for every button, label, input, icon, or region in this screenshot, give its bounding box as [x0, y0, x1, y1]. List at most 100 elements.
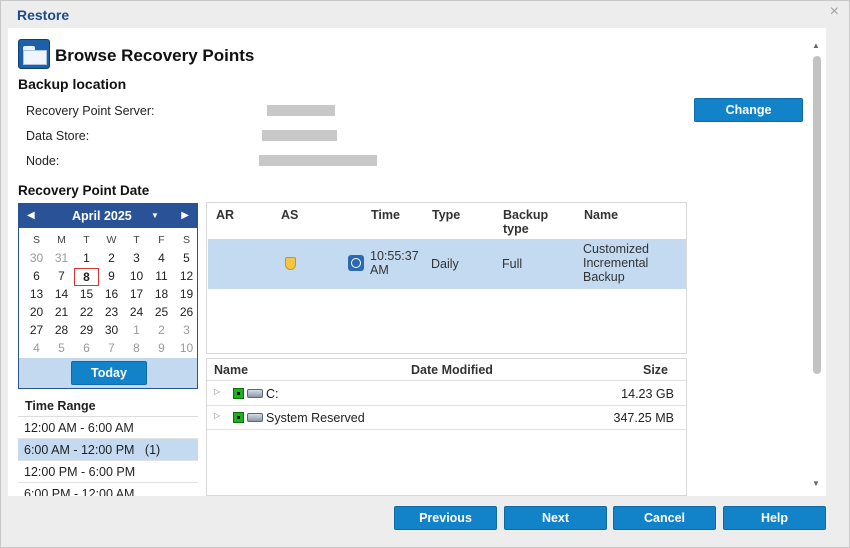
scrollbar-thumb[interactable]	[813, 56, 821, 374]
column-header-type[interactable]: Type	[432, 208, 460, 222]
calendar-day[interactable]: 11	[149, 268, 174, 286]
scroll-up-icon[interactable]: ▲	[812, 41, 820, 50]
calendar-day[interactable]: 1	[124, 322, 149, 340]
time-range-count: (1)	[144, 443, 161, 457]
calendar-day[interactable]: 31	[49, 250, 74, 268]
column-header-as[interactable]: AS	[281, 208, 298, 222]
calendar-day[interactable]: 5	[174, 250, 199, 268]
weekday-label: W	[106, 234, 117, 246]
calendar-day[interactable]: 9	[99, 268, 124, 286]
calendar-day[interactable]: 9	[149, 340, 174, 358]
expand-icon[interactable]: ▷	[214, 411, 220, 420]
calendar-day[interactable]: 30	[99, 322, 124, 340]
calendar-day[interactable]: 12	[174, 268, 199, 286]
file-size: 347.25 MB	[613, 411, 674, 425]
calendar-day[interactable]: 7	[49, 268, 74, 286]
calendar-day[interactable]: 3	[174, 322, 199, 340]
calendar-week: 20 21 22 23 24 25 26	[24, 304, 199, 322]
calendar-month-label[interactable]: April 2025	[72, 209, 132, 223]
calendar-day[interactable]: 5	[49, 340, 74, 358]
next-button[interactable]: Next	[504, 506, 607, 530]
checkbox-icon[interactable]	[233, 412, 244, 423]
calendar-day[interactable]: 19	[174, 286, 199, 304]
close-icon[interactable]: ×	[830, 3, 839, 21]
recovery-point-name: Customized Incremental Backup	[583, 242, 649, 284]
calendar-day[interactable]: 14	[49, 286, 74, 304]
recovery-point-date-heading: Recovery Point Date	[18, 183, 150, 198]
next-month-icon[interactable]: ▶	[181, 210, 189, 221]
weekday-label: F	[158, 234, 165, 246]
calendar-week: 13 14 15 16 17 18 19	[24, 286, 199, 304]
column-header-size[interactable]: Size	[643, 363, 668, 377]
calendar-day-selected[interactable]: 8	[74, 268, 99, 286]
column-header-name[interactable]: Name	[584, 208, 618, 222]
calendar-day[interactable]: 20	[24, 304, 49, 322]
time-range-item-label: 12:00 AM - 6:00 AM	[24, 421, 134, 435]
prev-month-icon[interactable]: ◀	[27, 210, 35, 221]
column-header-date-modified[interactable]: Date Modified	[411, 363, 493, 377]
calendar-day[interactable]: 13	[24, 286, 49, 304]
cancel-button[interactable]: Cancel	[613, 506, 716, 530]
calendar-day[interactable]: 10	[174, 340, 199, 358]
data-store-label: Data Store:	[26, 129, 90, 143]
recovery-point-row-selected[interactable]: 10:55:37 AM Daily Full Customized Increm…	[208, 239, 686, 289]
column-header-time[interactable]: Time	[371, 208, 400, 222]
month-dropdown-icon[interactable]: ▼	[151, 211, 159, 220]
weekday-label: S	[32, 234, 40, 246]
calendar-day[interactable]: 29	[74, 322, 99, 340]
calendar-day[interactable]: 7	[99, 340, 124, 358]
calendar-grid: S M T W T F S 30 31 1 2 3 4 5 6 7 8 9 10…	[24, 232, 199, 358]
calendar-day[interactable]: 22	[74, 304, 99, 322]
calendar-day[interactable]: 10	[124, 268, 149, 286]
calendar-day[interactable]: 21	[49, 304, 74, 322]
weekday-label: T	[133, 234, 140, 246]
calendar-day[interactable]: 28	[49, 322, 74, 340]
column-header-backup-type[interactable]: Backup type	[503, 208, 563, 236]
backup-location-heading: Backup location	[18, 76, 127, 92]
calendar-day[interactable]: 23	[99, 304, 124, 322]
calendar-footer: Today	[19, 358, 197, 388]
data-store-value-redacted	[262, 130, 337, 141]
calendar-day[interactable]: 2	[99, 250, 124, 268]
shield-icon	[285, 257, 296, 270]
calendar-day[interactable]: 18	[149, 286, 174, 304]
weekday-label: M	[57, 234, 66, 246]
calendar-day[interactable]: 15	[74, 286, 99, 304]
previous-button[interactable]: Previous	[394, 506, 497, 530]
calendar-day[interactable]: 27	[24, 322, 49, 340]
calendar-day[interactable]: 4	[24, 340, 49, 358]
vertical-scrollbar[interactable]: ▲ ▼	[809, 39, 825, 492]
time-range-item[interactable]: 12:00 AM - 6:00 AM	[18, 417, 198, 439]
column-header-name[interactable]: Name	[214, 363, 248, 377]
calendar-day[interactable]: 17	[124, 286, 149, 304]
calendar-day[interactable]: 1	[74, 250, 99, 268]
calendar-day[interactable]: 3	[124, 250, 149, 268]
time-range-item-label: 6:00 AM - 12:00 PM	[24, 443, 135, 457]
calendar-day[interactable]: 26	[174, 304, 199, 322]
expand-icon[interactable]: ▷	[214, 387, 220, 396]
node-value-redacted	[259, 155, 377, 166]
calendar-day[interactable]: 8	[124, 340, 149, 358]
calendar-day[interactable]: 6	[74, 340, 99, 358]
calendar-day[interactable]: 16	[99, 286, 124, 304]
change-button[interactable]: Change	[694, 98, 803, 122]
time-range-item[interactable]: 6:00 PM - 12:00 AM	[18, 483, 198, 496]
calendar-day[interactable]: 4	[149, 250, 174, 268]
today-button[interactable]: Today	[71, 361, 147, 385]
calendar-day[interactable]: 6	[24, 268, 49, 286]
calendar-day[interactable]: 30	[24, 250, 49, 268]
time-range-item[interactable]: 12:00 PM - 6:00 PM	[18, 461, 198, 483]
column-header-ar[interactable]: AR	[216, 208, 234, 222]
table-row[interactable]: ▷ System Reserved 347.25 MB	[207, 406, 686, 430]
calendar-day[interactable]: 2	[149, 322, 174, 340]
title-bar: Restore ×	[1, 1, 849, 28]
table-row[interactable]: ▷ C: 14.23 GB	[207, 382, 686, 406]
checkbox-icon[interactable]	[233, 388, 244, 399]
calendar-day[interactable]: 25	[149, 304, 174, 322]
window-title: Restore	[17, 7, 70, 23]
time-range-item-selected[interactable]: 6:00 AM - 12:00 PM (1)	[18, 439, 198, 461]
scroll-down-icon[interactable]: ▼	[812, 479, 820, 488]
help-button[interactable]: Help	[723, 506, 826, 530]
recovery-point-server-label: Recovery Point Server:	[26, 104, 155, 118]
calendar-day[interactable]: 24	[124, 304, 149, 322]
